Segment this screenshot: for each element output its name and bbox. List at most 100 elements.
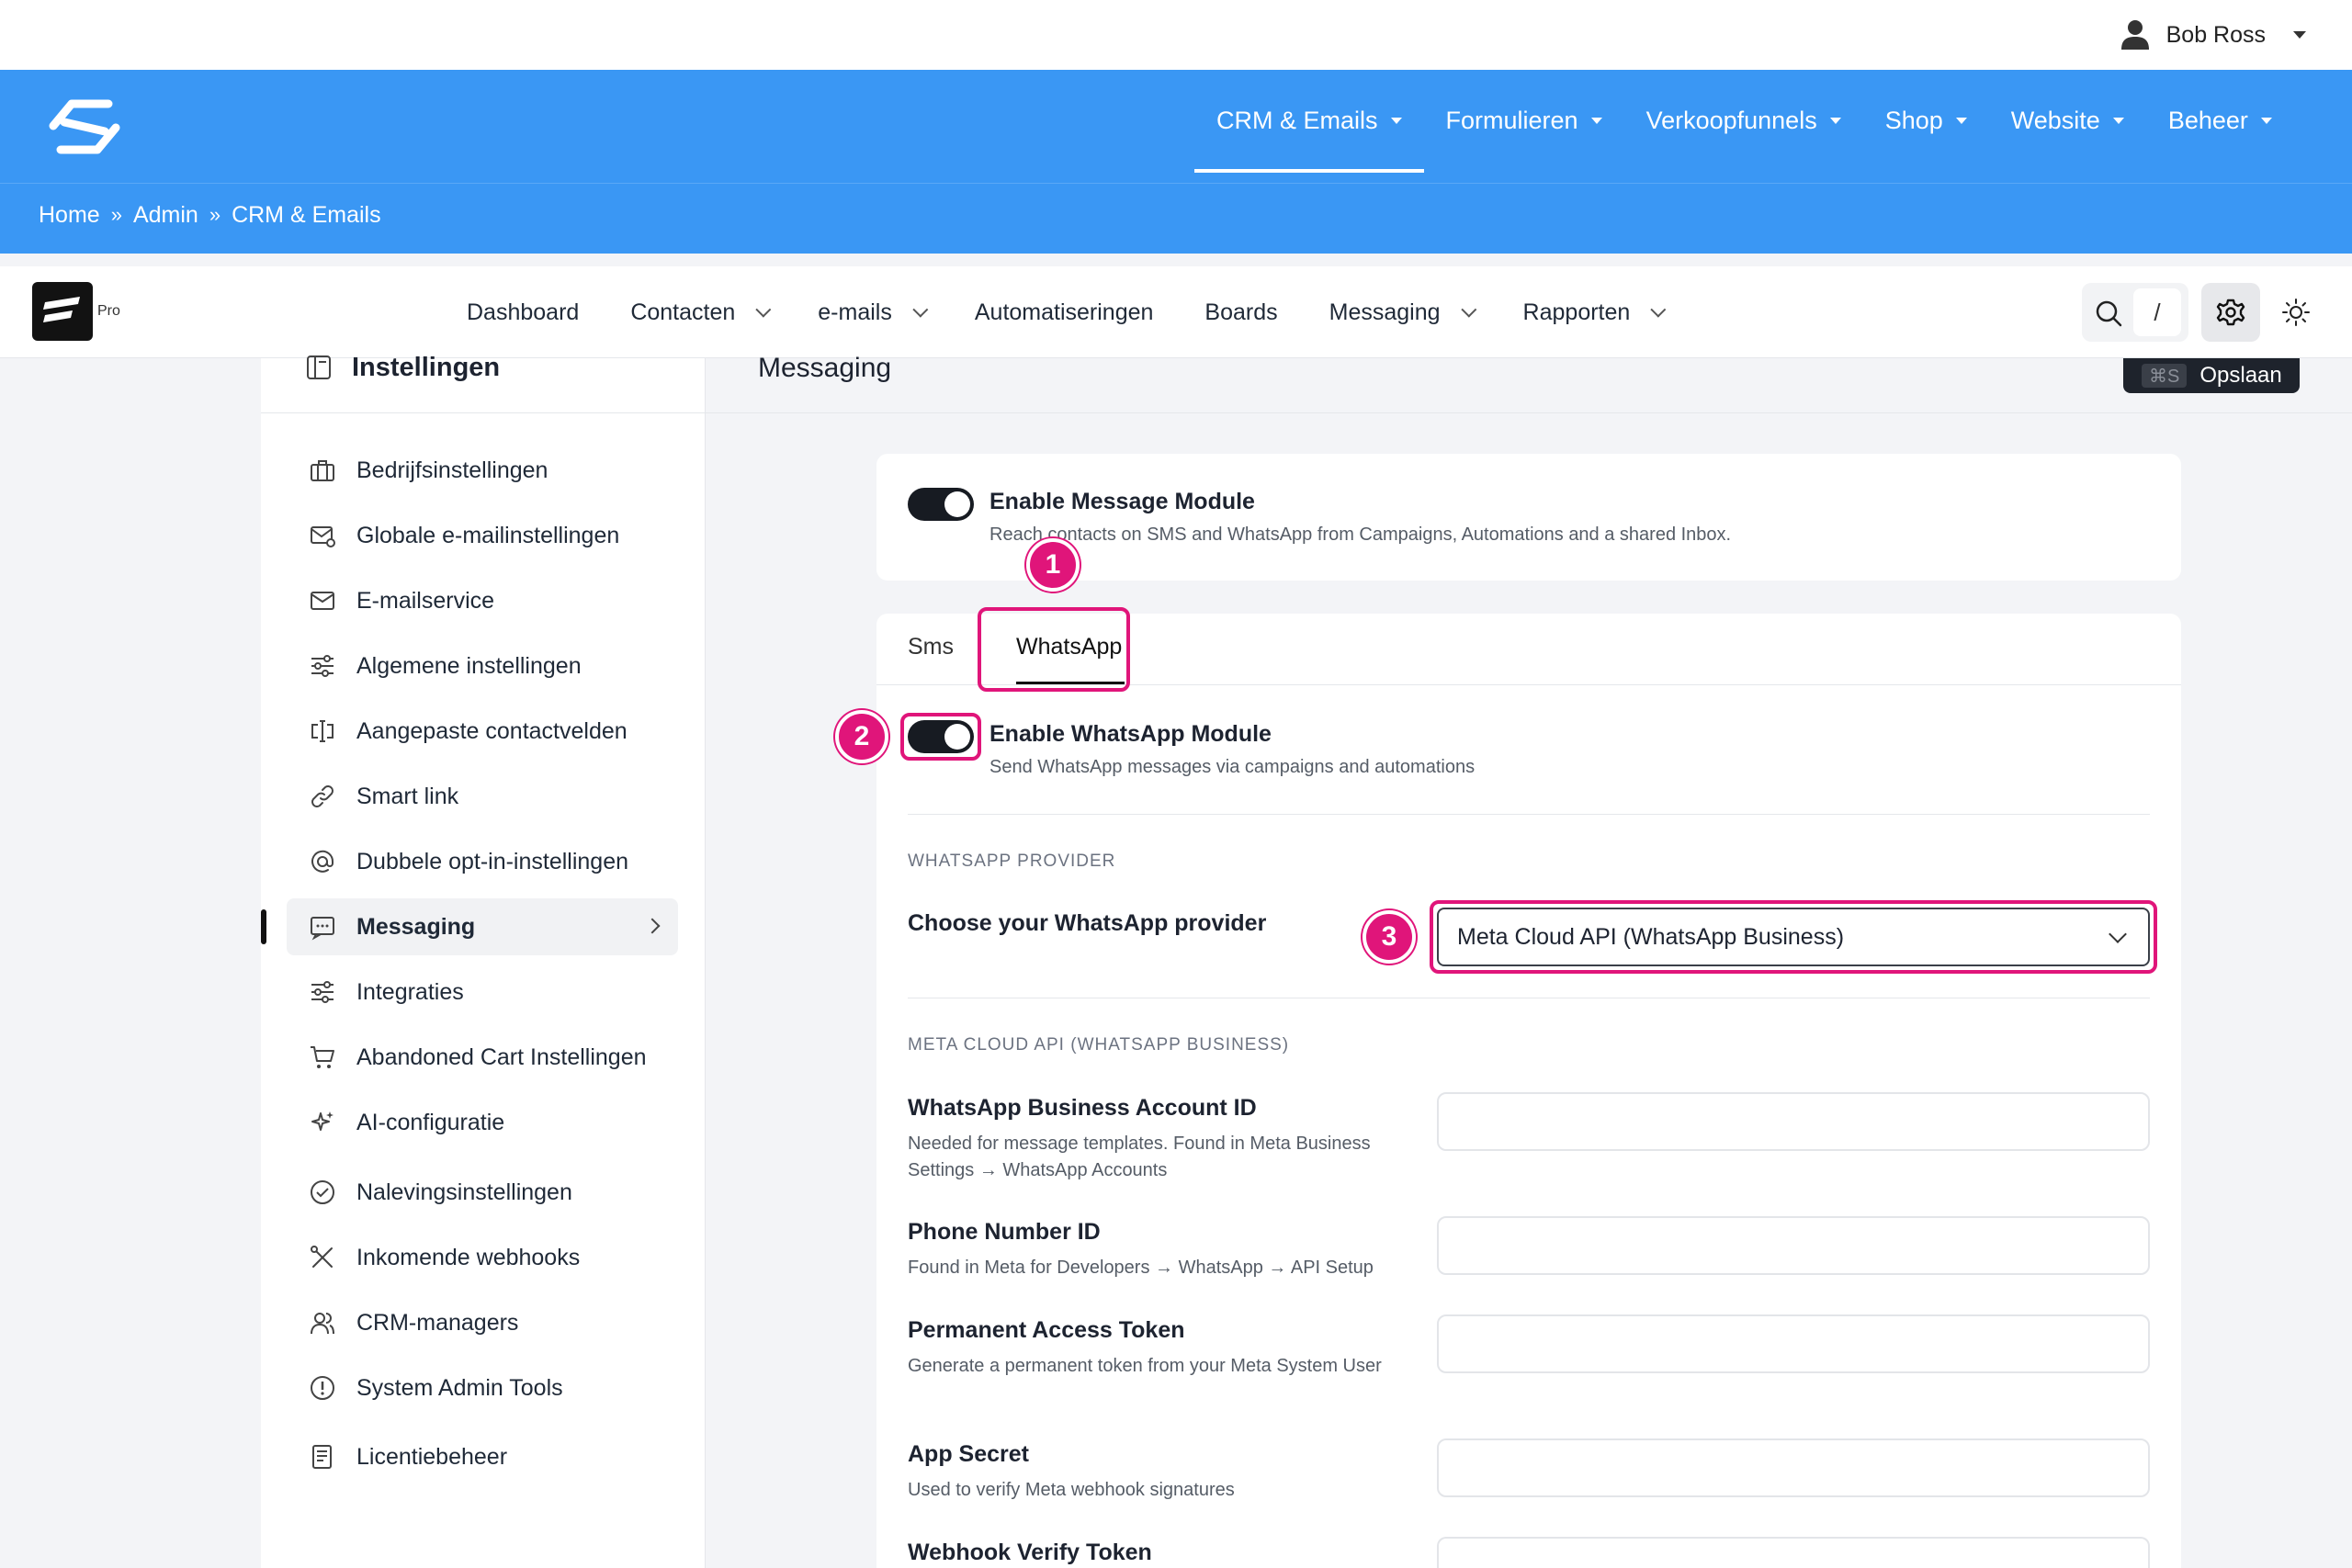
- sidebar-item-system-admin-tools[interactable]: System Admin Tools: [287, 1359, 678, 1416]
- breadcrumb-separator: »: [209, 203, 221, 226]
- field-help-business-account-id: Needed for message templates. Found in M…: [908, 1134, 1371, 1180]
- app-nav-label: e-mails: [818, 299, 892, 325]
- field-label-access-token: Permanent Access Token: [908, 1317, 1185, 1343]
- sidebar-item-emailservice[interactable]: E-mailservice: [287, 572, 678, 629]
- breadcrumb-home[interactable]: Home: [39, 202, 100, 229]
- main-nav: CRM & Emails Formulieren Verkoopfunnels …: [1194, 92, 2294, 175]
- app-nav-boards[interactable]: Boards: [1204, 299, 1277, 326]
- user-menu[interactable]: Bob Ross: [2120, 17, 2306, 53]
- message-module-subtitle: Reach contacts on SMS and WhatsApp from …: [989, 525, 1732, 545]
- sidebar-item-messaging[interactable]: Messaging: [287, 898, 678, 955]
- breadcrumb-crm-emails[interactable]: CRM & Emails: [232, 202, 381, 229]
- highlight-whatsapp-tab: [978, 607, 1130, 692]
- app-nav-emails[interactable]: e-mails: [818, 299, 929, 326]
- field-label-phone-number-id: Phone Number ID: [908, 1219, 1101, 1245]
- app-nav-rapporten[interactable]: Rapporten: [1523, 299, 1667, 326]
- app-nav-messaging[interactable]: Messaging: [1329, 299, 1476, 326]
- field-label-business-account-id: WhatsApp Business Account ID: [908, 1095, 1257, 1121]
- phone-number-id-input[interactable]: [1437, 1216, 2150, 1275]
- main-nav-crm-emails[interactable]: CRM & Emails: [1194, 92, 1424, 173]
- app-nav-label: Automatiseringen: [974, 299, 1154, 325]
- provider-section-label: WHATSAPP PROVIDER: [908, 852, 1116, 871]
- sidebar-item-integraties[interactable]: Integraties: [287, 964, 678, 1021]
- sidebar-item-nalevingsinstellingen[interactable]: Nalevingsinstellingen: [287, 1164, 678, 1221]
- sidebar-item-aangepaste-contactvelden[interactable]: Aangepaste contactvelden: [287, 703, 678, 760]
- section-divider: [908, 814, 2150, 815]
- app-nav-automatiseringen[interactable]: Automatiseringen: [975, 299, 1154, 326]
- caret-down-icon: [2260, 117, 2272, 124]
- main-nav-shop[interactable]: Shop: [1863, 92, 1989, 149]
- sidebar-item-inkomende-webhooks[interactable]: Inkomende webhooks: [287, 1229, 678, 1286]
- user-bar: [0, 0, 2352, 70]
- sidebar-item-bedrijfsinstellingen[interactable]: Bedrijfsinstellingen: [287, 442, 678, 499]
- sidebar-item-smart-link[interactable]: Smart link: [287, 768, 678, 825]
- chevron-down-icon: [1650, 301, 1667, 318]
- field-help-phone-number-id: Found in Meta for Developers → WhatsApp …: [908, 1258, 1374, 1278]
- sidebar-item-abandoned-cart[interactable]: Abandoned Cart Instellingen: [287, 1029, 678, 1086]
- message-module-toggle[interactable]: [908, 488, 974, 521]
- sidebar-item-algemene-instellingen[interactable]: Algemene instellingen: [287, 637, 678, 694]
- save-button[interactable]: ⌘S Opslaan: [2123, 358, 2300, 393]
- main-nav-verkoopfunnels[interactable]: Verkoopfunnels: [1624, 92, 1863, 149]
- plan-badge: Pro: [97, 303, 120, 319]
- sidebar-item-label: Licentiebeheer: [356, 1443, 508, 1470]
- active-indicator: [261, 909, 266, 944]
- caret-down-icon: [1829, 117, 1841, 124]
- send-mail-icon: [311, 592, 334, 610]
- search-icon: [2096, 300, 2122, 327]
- sidebar-title: Instellingen: [352, 353, 501, 382]
- cart-icon: [311, 1046, 334, 1068]
- custom-fields-icon: [311, 720, 334, 742]
- field-label-webhook-verify-token: Webhook Verify Token: [908, 1540, 1152, 1565]
- sidebar-item-dubbele-opt-in[interactable]: Dubbele opt-in-instellingen: [287, 833, 678, 890]
- search-button[interactable]: /: [2082, 283, 2188, 342]
- app-nav-dashboard[interactable]: Dashboard: [467, 299, 579, 326]
- app-logo-icon[interactable]: [32, 282, 93, 341]
- sidebar-item-ai-configuratie[interactable]: AI-configuratie: [287, 1094, 678, 1151]
- sidebar-item-label: Messaging: [356, 913, 476, 940]
- business-account-id-input[interactable]: [1437, 1092, 2150, 1151]
- main-nav-label: Beheer: [2167, 106, 2248, 134]
- message-module-title: Enable Message Module: [989, 489, 1255, 514]
- main-nav-label: Shop: [1884, 106, 1943, 134]
- access-token-input[interactable]: [1437, 1314, 2150, 1373]
- tab-sms[interactable]: Sms: [908, 634, 954, 660]
- sidebar-item-crm-managers[interactable]: CRM-managers: [287, 1294, 678, 1351]
- sliders-icon: [311, 655, 334, 677]
- app-nav-label: Messaging: [1329, 299, 1441, 325]
- sidebar-item-label: System Admin Tools: [356, 1374, 563, 1401]
- save-shortcut-key: ⌘S: [2142, 364, 2188, 388]
- user-icon: [2120, 20, 2149, 50]
- caret-down-icon: [1590, 117, 1602, 124]
- main-nav-website[interactable]: Website: [1989, 92, 2146, 149]
- main-nav-beheer[interactable]: Beheer: [2146, 92, 2294, 149]
- sidebar-item-label: Abandoned Cart Instellingen: [356, 1043, 647, 1070]
- sidebar-item-label: Dubbele opt-in-instellingen: [356, 848, 629, 874]
- breadcrumb-admin[interactable]: Admin: [133, 202, 198, 229]
- app-nav-label: Dashboard: [467, 299, 580, 325]
- search-shortcut-key: /: [2133, 288, 2181, 336]
- settings-button[interactable]: [2201, 283, 2260, 342]
- app-secret-input[interactable]: [1437, 1438, 2150, 1497]
- app-nav-label: Boards: [1204, 299, 1278, 325]
- users-icon: [311, 1313, 334, 1335]
- breadcrumb: Home » Admin » CRM & Emails: [39, 198, 381, 231]
- main-nav-label: CRM & Emails: [1216, 106, 1378, 134]
- webhook-verify-token-input[interactable]: [1437, 1537, 2150, 1568]
- mail-settings-icon: [311, 526, 335, 547]
- brand-logo-icon[interactable]: [44, 95, 125, 159]
- annotation-badge-2: 2: [835, 710, 888, 763]
- app-nav-label: Contacten: [630, 299, 736, 325]
- content-header: [706, 358, 2352, 413]
- header-divider: [0, 183, 2352, 184]
- sidebar-item-globale-emailinstellingen[interactable]: Globale e-mailinstellingen: [287, 507, 678, 564]
- breadcrumb-separator: »: [110, 203, 122, 226]
- chevron-right-icon: [644, 918, 661, 934]
- app-nav-contacten[interactable]: Contacten: [630, 299, 772, 326]
- main-nav-formulieren[interactable]: Formulieren: [1424, 92, 1624, 149]
- theme-toggle-button[interactable]: [2271, 283, 2321, 342]
- sidebar-item-licentiebeheer[interactable]: Licentiebeheer: [287, 1428, 678, 1485]
- chevron-down-icon: [755, 301, 772, 318]
- message-icon: [311, 917, 334, 941]
- caret-down-icon: [2112, 117, 2124, 124]
